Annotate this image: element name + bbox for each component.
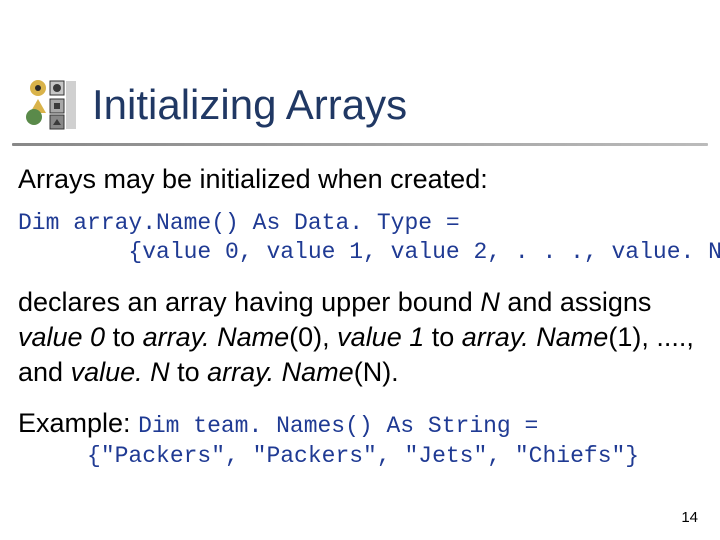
page-number: 14 — [681, 509, 698, 526]
example-label: Example: — [18, 408, 138, 438]
declare-t2: to — [105, 322, 143, 352]
syntax-code-block: Dim array.Name() As Data. Type = {value … — [18, 209, 702, 267]
logo-icon — [20, 75, 80, 135]
example-code-line-2: {"Packers", "Packers", "Jets", "Chiefs"} — [18, 442, 702, 472]
declare-vN: value. N — [71, 357, 170, 387]
declare-anN: array. Name — [207, 357, 354, 387]
declare-prefix: declares an array having upper bound — [18, 287, 480, 317]
declare-pN: (N). — [354, 357, 399, 387]
code-line-2: {value 0, value 1, value 2, . . ., value… — [18, 239, 720, 265]
slide-header: Initializing Arrays — [0, 0, 720, 135]
declaration-paragraph: declares an array having upper bound N a… — [18, 285, 702, 390]
declare-t3: to — [424, 322, 462, 352]
declare-N: N — [480, 287, 500, 317]
intro-text: Arrays may be initialized when created: — [18, 164, 702, 195]
declare-v1: value 1 — [337, 322, 424, 352]
declare-t4: to — [170, 357, 208, 387]
declare-p0: (0), — [289, 322, 337, 352]
example-block: Example: Dim team. Names() As String = {… — [18, 408, 702, 472]
slide-content: Arrays may be initialized when created: … — [0, 146, 720, 472]
declare-v0: value 0 — [18, 322, 105, 352]
example-code-line-1: Dim team. Names() As String = — [138, 413, 538, 439]
declare-an1: array. Name — [462, 322, 609, 352]
declare-an0: array. Name — [143, 322, 290, 352]
slide-title: Initializing Arrays — [92, 81, 407, 129]
code-line-1: Dim array.Name() As Data. Type = — [18, 210, 460, 236]
declare-t1: and assigns — [500, 287, 652, 317]
